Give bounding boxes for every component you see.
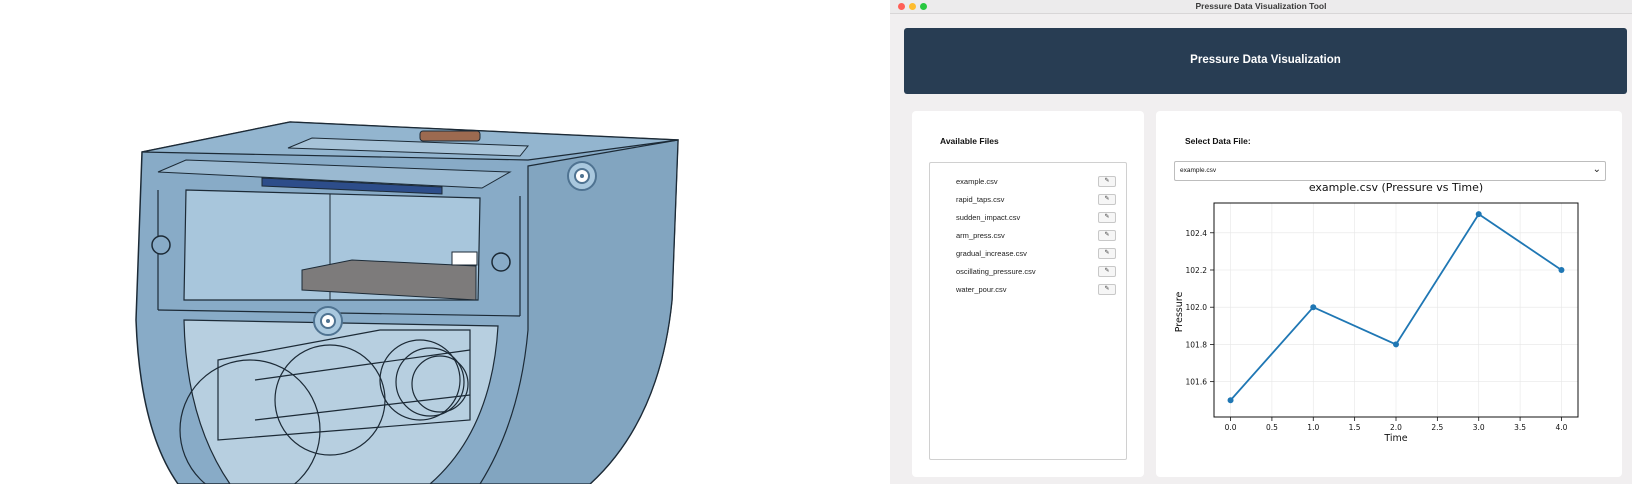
x-tick-label: 4.0 bbox=[1555, 423, 1567, 432]
screw-top-right bbox=[567, 161, 597, 191]
window-titlebar[interactable]: Pressure Data Visualization Tool bbox=[890, 0, 1632, 14]
edit-icon[interactable]: ✎ bbox=[1098, 248, 1116, 259]
files-heading: Available Files bbox=[940, 136, 999, 146]
file-name: example.csv bbox=[956, 177, 998, 186]
cad-viewport[interactable] bbox=[0, 0, 890, 484]
file-list-item[interactable]: oscillating_pressure.csv ✎ bbox=[956, 266, 1116, 278]
edit-icon[interactable]: ✎ bbox=[1098, 230, 1116, 241]
file-list-item[interactable]: sudden_impact.csv ✎ bbox=[956, 212, 1116, 224]
y-tick-label: 101.6 bbox=[1186, 378, 1208, 387]
file-list-item[interactable]: rapid_taps.csv ✎ bbox=[956, 194, 1116, 206]
x-axis-label: Time bbox=[1383, 433, 1407, 444]
data-point-marker bbox=[1393, 341, 1399, 348]
connector-part bbox=[419, 130, 481, 142]
screw-center bbox=[313, 306, 343, 336]
chart-grid bbox=[1214, 203, 1578, 417]
file-list[interactable]: example.csv ✎ rapid_taps.csv ✎ sudden_im… bbox=[929, 162, 1127, 460]
file-list-item[interactable]: water_pour.csv ✎ bbox=[956, 284, 1116, 296]
chart-title: example.csv (Pressure vs Time) bbox=[1309, 181, 1483, 194]
file-name: rapid_taps.csv bbox=[956, 195, 1005, 204]
mount-hole-right bbox=[491, 252, 511, 272]
chart-panel: Select Data File: example.csv ⌄ example.… bbox=[1156, 111, 1622, 477]
page-title: Pressure Data Visualization bbox=[1190, 54, 1341, 66]
app-window: Pressure Data Visualization Tool Pressur… bbox=[890, 0, 1632, 484]
x-tick-label: 2.0 bbox=[1390, 423, 1402, 432]
y-axis-label: Pressure bbox=[1174, 292, 1185, 333]
data-point-marker bbox=[1310, 304, 1317, 311]
edit-icon[interactable]: ✎ bbox=[1098, 176, 1116, 187]
edit-icon[interactable]: ✎ bbox=[1098, 284, 1116, 295]
file-name: gradual_increase.csv bbox=[956, 249, 1027, 258]
y-tick-label: 102.2 bbox=[1186, 266, 1208, 275]
y-tick-label: 102.0 bbox=[1186, 303, 1208, 312]
x-tick-label: 2.5 bbox=[1431, 423, 1443, 432]
file-list-item[interactable]: example.csv ✎ bbox=[956, 176, 1116, 188]
file-list-item[interactable]: arm_press.csv ✎ bbox=[956, 230, 1116, 242]
chart-ticks: 0.0 0.5 1.0 1.5 2.0 2.5 3.0 3.5 4.0 101.6 101.8 102… bbox=[1186, 229, 1568, 432]
edit-icon[interactable]: ✎ bbox=[1098, 266, 1116, 277]
window-title: Pressure Data Visualization Tool bbox=[1195, 1, 1327, 11]
x-tick-label: 0.5 bbox=[1266, 423, 1278, 432]
x-tick-label: 1.0 bbox=[1307, 423, 1319, 432]
files-panel: Available Files example.csv ✎ rapid_taps… bbox=[912, 111, 1144, 477]
header-banner: Pressure Data Visualization bbox=[904, 28, 1627, 94]
pressure-chart: example.csv (Pressure vs Time) 0.0 0.5 1.0… bbox=[1174, 181, 1579, 444]
y-tick-label: 101.8 bbox=[1186, 340, 1208, 349]
x-tick-label: 1.5 bbox=[1349, 423, 1361, 432]
edit-icon[interactable]: ✎ bbox=[1098, 194, 1116, 205]
data-point-marker bbox=[1227, 397, 1234, 404]
mount-hole-left bbox=[151, 235, 171, 255]
x-tick-label: 3.0 bbox=[1473, 423, 1485, 432]
file-name: oscillating_pressure.csv bbox=[956, 267, 1036, 276]
data-point-marker bbox=[1558, 266, 1565, 273]
x-tick-label: 3.5 bbox=[1514, 423, 1526, 432]
edit-icon[interactable]: ✎ bbox=[1098, 212, 1116, 223]
data-point-marker bbox=[1475, 211, 1482, 218]
file-name: arm_press.csv bbox=[956, 231, 1005, 240]
file-name: water_pour.csv bbox=[956, 285, 1007, 294]
file-name: sudden_impact.csv bbox=[956, 213, 1021, 222]
y-tick-label: 102.4 bbox=[1186, 229, 1208, 238]
lower-chamber bbox=[183, 319, 499, 484]
x-tick-label: 0.0 bbox=[1225, 423, 1237, 432]
cad-model-render bbox=[135, 121, 679, 484]
file-list-item[interactable]: gradual_increase.csv ✎ bbox=[956, 248, 1116, 260]
